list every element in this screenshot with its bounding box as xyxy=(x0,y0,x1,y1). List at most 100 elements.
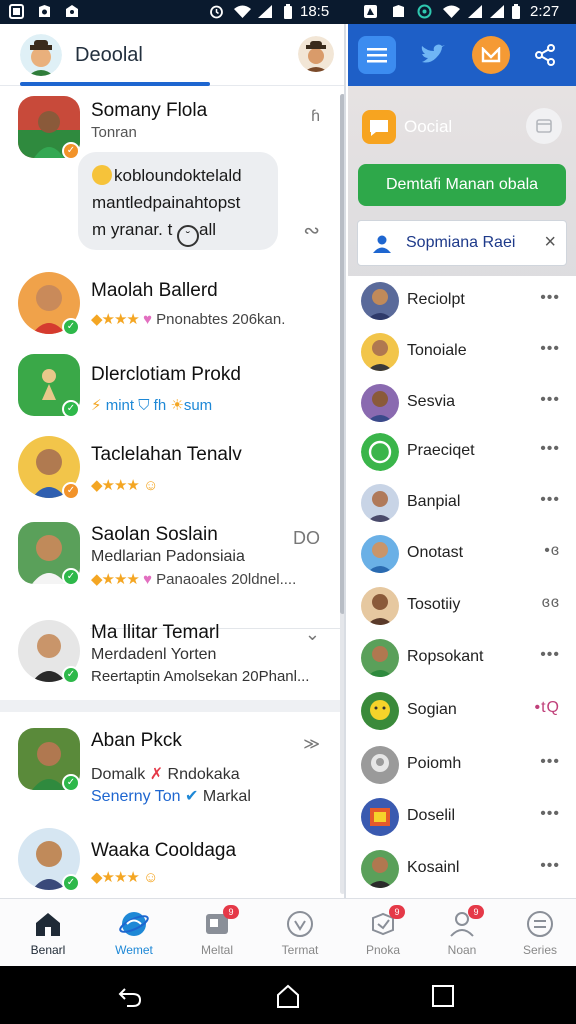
section-divider xyxy=(0,700,340,712)
contact-avatar xyxy=(361,746,399,784)
smiley-icon: ☺ xyxy=(143,477,159,494)
more-icon[interactable]: ••• xyxy=(540,491,560,509)
chat-item[interactable]: ✓ Maolah Ballerd ◆★★★ ♥ Pnonabtes 206kan… xyxy=(0,272,340,352)
nav-item-home[interactable]: Benarl xyxy=(7,899,89,967)
contact-avatar xyxy=(361,333,399,371)
app-notification-icon xyxy=(390,3,407,20)
nav-label: Noan xyxy=(447,943,477,957)
nav-item-compass[interactable]: Termat xyxy=(259,899,341,967)
more-icon[interactable]: ••• xyxy=(540,391,560,409)
chat-subtitle: ⚡ mint ⛉ fh ☀sum xyxy=(91,397,213,414)
contact-avatar xyxy=(361,384,399,422)
rating-row: ◆★★★ ♥ Panaoales 20ldnel.... xyxy=(91,570,296,588)
nav-item-web[interactable]: Wemet xyxy=(93,899,175,967)
contact-item[interactable]: Onotast •ɞ xyxy=(348,529,576,579)
bottom-navigation: Benarl Wemet 9 Meltal Termat 9 Pnoka 9 N… xyxy=(0,898,576,966)
status-bar-left: 18:5 xyxy=(0,0,346,24)
verified-icon: ✔ xyxy=(185,788,199,805)
chat-item[interactable]: ✓ Somany Flola Tonran ɦ kobloundoktelald… xyxy=(0,86,340,272)
signal-icon xyxy=(488,3,505,20)
contact-item[interactable]: Sesvia ••• xyxy=(348,378,576,428)
star-rating-icon: ◆★★★ xyxy=(91,311,140,328)
close-icon[interactable]: × xyxy=(544,231,556,254)
bubble-line-3-end: all xyxy=(199,220,217,239)
chat-item[interactable]: ✓ Dlerclotiam Prokd ⚡ mint ⛉ fh ☀sum xyxy=(0,352,340,436)
swap-icon xyxy=(525,909,555,939)
contact-name: Praeciqet xyxy=(407,442,475,459)
verified-badge-icon: ✓ xyxy=(62,482,80,500)
more-icon[interactable]: •tQ xyxy=(535,699,561,717)
chat-preview: Senerny Ton ✔ Markal xyxy=(91,788,251,805)
contact-item[interactable]: Doselil ••• xyxy=(348,792,576,842)
menu-icon[interactable] xyxy=(358,36,396,74)
contact-item[interactable]: Poiomh ••• xyxy=(348,740,576,790)
more-icon[interactable]: ••• xyxy=(540,440,560,458)
contact-item[interactable]: Ropsokant ••• xyxy=(348,633,576,683)
chat-name: Waaka Cooldaga xyxy=(91,840,237,861)
chat-item[interactable]: ✓ Saolan Soslain Medlarian Padonsiaia ◆★… xyxy=(0,522,340,622)
rating-text: Panaoales 20ldnel.... xyxy=(156,571,297,588)
page-title: Deoolal xyxy=(75,44,143,66)
signal-icon xyxy=(256,3,273,20)
contact-item[interactable]: Tonoiale ••• xyxy=(348,327,576,377)
battery-icon xyxy=(510,3,522,20)
side-panel: Oocial Demtafi Manan obala Sopmiana Raei… xyxy=(348,24,576,898)
share-icon[interactable] xyxy=(526,36,564,74)
nav-item-media[interactable]: 9 Meltal xyxy=(176,899,258,967)
chat-name: Aban Pkck xyxy=(91,730,182,751)
more-icon[interactable]: ••• xyxy=(540,289,560,307)
app-notification-icon xyxy=(36,3,53,20)
sun-icon: ☀ xyxy=(170,397,184,414)
message-bubble[interactable]: kobloundoktelald mantledpainahtopst m yr… xyxy=(78,152,278,250)
chat-item[interactable]: ✓ Aban Pkck Domalk ✗ Rndokaka Senerny To… xyxy=(0,724,340,824)
contact-avatar xyxy=(361,587,399,625)
primary-action-button[interactable]: Demtafi Manan obala xyxy=(358,164,566,206)
verified-badge-icon: ✓ xyxy=(62,400,80,418)
chat-subtitle: Tonran xyxy=(91,124,137,141)
scrollbar[interactable] xyxy=(340,94,344,894)
more-icon[interactable]: ••• xyxy=(540,340,560,358)
calendar-icon[interactable] xyxy=(526,108,562,144)
nav-item-tags[interactable]: 9 Pnoka xyxy=(342,899,424,967)
system-navigation-bar xyxy=(0,966,576,1024)
chat-meta: ≫ xyxy=(303,736,320,753)
chat-subtitle: Medlarian Padonsiaia xyxy=(91,548,245,565)
recents-icon[interactable] xyxy=(430,983,456,1009)
contact-item[interactable]: Tosotiiy ɞɞ xyxy=(348,581,576,631)
contact-item[interactable]: Banpial ••• xyxy=(348,478,576,528)
contact-item[interactable]: Praeciqet ••• xyxy=(348,427,576,477)
contact-item[interactable]: Sogian •tQ xyxy=(348,686,576,736)
chat-meta-icon: ɦ xyxy=(311,108,320,125)
nav-item-series[interactable]: Series xyxy=(499,899,576,967)
search-field[interactable]: Sopmiana Raei × xyxy=(357,220,567,266)
chat-name: Somany Flola xyxy=(91,100,208,121)
rating-text: Pnonabtes 206kan. xyxy=(156,311,286,328)
more-icon[interactable]: ••• xyxy=(540,753,560,771)
compass-icon xyxy=(285,909,315,939)
more-icon[interactable]: ••• xyxy=(540,805,560,823)
chat-meta: DO xyxy=(293,528,320,548)
contact-item[interactable]: Reciolpt ••• xyxy=(348,276,576,326)
back-icon[interactable] xyxy=(117,983,143,1009)
profile-avatar[interactable] xyxy=(298,36,334,72)
contact-item[interactable]: Kosainl ••• xyxy=(348,844,576,894)
twitter-icon[interactable] xyxy=(414,36,452,74)
chat-item[interactable]: ✓ Taclelahan Tenalv ◆★★★ ☺ xyxy=(0,436,340,522)
chat-item[interactable]: ✓ Waaka Cooldaga ◆★★★ ☺ xyxy=(0,824,340,898)
verified-badge-icon: ✓ xyxy=(62,874,80,892)
status-time-left: 18:5 xyxy=(300,3,330,20)
more-icon[interactable]: ••• xyxy=(540,646,560,664)
status-time-right: 2:27 xyxy=(530,3,560,20)
shield-icon: ⛉ xyxy=(138,397,150,414)
home-button-icon[interactable] xyxy=(275,983,301,1009)
verified-badge-icon: ✓ xyxy=(62,568,80,586)
nav-item-profile[interactable]: 9 Noan xyxy=(421,899,503,967)
user-avatar[interactable] xyxy=(20,34,62,76)
more-icon[interactable]: •ɞ xyxy=(544,542,560,560)
more-icon[interactable]: ɞɞ xyxy=(542,594,560,612)
more-icon[interactable]: ••• xyxy=(540,857,560,875)
scroll-thumb[interactable] xyxy=(340,94,344,614)
chevron-down-icon[interactable]: ⌄ xyxy=(305,624,320,645)
contact-name: Tonoiale xyxy=(407,342,467,359)
mail-icon[interactable] xyxy=(472,36,510,74)
